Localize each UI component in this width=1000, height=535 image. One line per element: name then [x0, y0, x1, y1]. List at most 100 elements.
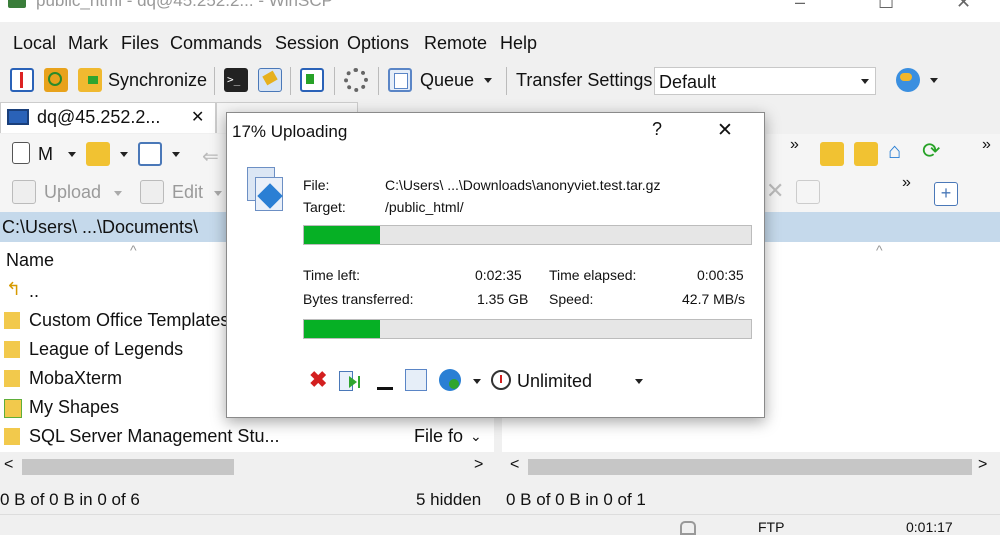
- left-horizontal-scrollbar[interactable]: < >: [0, 454, 494, 480]
- view-select[interactable]: M: [38, 144, 53, 165]
- synchronize-icon[interactable]: [78, 68, 102, 92]
- queue-view-icon[interactable]: [300, 68, 324, 92]
- more-tools-icon[interactable]: »: [982, 136, 991, 154]
- transfer-settings-select[interactable]: Default: [654, 67, 876, 95]
- compare-directories-icon[interactable]: [10, 68, 34, 92]
- move-to-queue-button[interactable]: [405, 369, 427, 391]
- menu-files[interactable]: Files: [121, 33, 159, 54]
- scrollbar-thumb[interactable]: [528, 459, 972, 475]
- back-arrow-icon[interactable]: ⇐: [202, 144, 219, 169]
- view-icon[interactable]: [12, 142, 30, 164]
- globe-icon[interactable]: [896, 68, 920, 92]
- gear-icon[interactable]: [344, 68, 368, 92]
- menu-local[interactable]: Local: [13, 33, 56, 54]
- queue-icon[interactable]: [388, 68, 412, 92]
- putty-icon[interactable]: [258, 68, 282, 92]
- status-bar: 0 B of 0 B in 0 of 6 5 hidden 0 B of 0 B…: [0, 488, 1000, 514]
- speed-limit-select[interactable]: Unlimited: [517, 371, 592, 392]
- menu-commands[interactable]: Commands: [170, 33, 262, 54]
- view-dropdown-icon[interactable]: [68, 152, 76, 157]
- folder-icon: [4, 428, 20, 445]
- home-icon[interactable]: ⌂: [888, 138, 901, 164]
- folder-icon: [4, 370, 20, 387]
- menu-options[interactable]: Options: [347, 33, 409, 54]
- toolbar-separator: [334, 67, 335, 95]
- title-bar: public_html - dq@45.252.2... - WinSCP – …: [0, 0, 1000, 22]
- maximize-button[interactable]: ☐: [878, 0, 894, 13]
- refresh-icon[interactable]: ⟳: [922, 138, 940, 164]
- tab-close-button[interactable]: ✕: [191, 107, 204, 127]
- dialog-title: 17% Uploading: [232, 122, 348, 141]
- bytes-transferred-value: 1.35 GB: [477, 291, 529, 307]
- on-completion-dropdown-icon[interactable]: [473, 379, 481, 384]
- right-horizontal-scrollbar[interactable]: < >: [502, 454, 1000, 480]
- scroll-left-icon[interactable]: <: [4, 456, 13, 474]
- speed-gauge-icon: [491, 370, 511, 390]
- globe-dropdown-icon[interactable]: [930, 78, 938, 83]
- upload-files-icon: [243, 167, 283, 213]
- synchronize-browsing-icon[interactable]: [44, 68, 68, 92]
- upload-icon: [12, 180, 36, 204]
- left-path[interactable]: C:\Users\ ...\Documents\: [2, 217, 198, 238]
- folder-icon: [4, 312, 20, 329]
- help-button[interactable]: ?: [652, 119, 662, 140]
- column-header-name[interactable]: Name: [6, 250, 54, 271]
- minimize-dialog-button[interactable]: [377, 387, 393, 390]
- time-elapsed-value: 0:00:35: [697, 267, 744, 283]
- cancel-transfer-button[interactable]: ✖: [309, 367, 327, 393]
- menu-session[interactable]: Session: [275, 33, 339, 54]
- upload-button[interactable]: Upload: [44, 182, 101, 203]
- filter-icon[interactable]: [138, 142, 162, 166]
- close-window-button[interactable]: ✕: [956, 0, 971, 13]
- time-left-value: 0:02:35: [475, 267, 522, 283]
- more-tools-icon[interactable]: »: [790, 136, 799, 154]
- scroll-right-icon[interactable]: >: [474, 456, 483, 474]
- scroll-left-icon[interactable]: <: [510, 456, 519, 474]
- transfer-settings-value: Default: [659, 72, 717, 92]
- menu-mark[interactable]: Mark: [68, 33, 108, 54]
- scrollbar-thumb[interactable]: [22, 459, 234, 475]
- folder-dropdown-icon[interactable]: [120, 152, 128, 157]
- upload-dropdown-icon[interactable]: [114, 191, 122, 196]
- root-directory-icon[interactable]: [854, 142, 878, 166]
- queue-dropdown-icon[interactable]: [484, 78, 492, 83]
- speed-limit-dropdown-icon[interactable]: [635, 379, 643, 384]
- more-actions-icon[interactable]: »: [902, 174, 911, 192]
- minimize-button[interactable]: –: [795, 0, 805, 13]
- connection-status-bar: FTP 0:01:17: [0, 514, 1000, 535]
- toolbar-separator: [506, 67, 507, 95]
- queue-button[interactable]: Queue: [420, 70, 474, 91]
- list-item[interactable]: SQL Server Management Stu... File fo ⌄: [4, 424, 494, 450]
- file-name: SQL Server Management Stu...: [29, 426, 280, 446]
- left-panel-toolbar: M ⇐: [0, 134, 230, 172]
- time-elapsed-label: Time elapsed:: [549, 267, 637, 283]
- special-folder-icon: [4, 399, 22, 418]
- tab-session[interactable]: dq@45.252.2... ✕: [0, 102, 216, 133]
- file-path: C:\Users\ ...\Downloads\anonyviet.test.t…: [385, 177, 661, 193]
- menu-remote[interactable]: Remote: [424, 33, 487, 54]
- delete-icon: ✕: [766, 178, 785, 203]
- left-selection-status: 0 B of 0 B in 0 of 6: [0, 490, 140, 509]
- filter-dropdown-icon[interactable]: [172, 152, 180, 157]
- edit-button[interactable]: Edit: [172, 182, 203, 203]
- dialog-close-button[interactable]: ✕: [717, 119, 733, 142]
- scroll-down-icon[interactable]: ⌄: [470, 428, 482, 445]
- rename-icon: [796, 180, 820, 204]
- parent-directory-icon[interactable]: [820, 142, 844, 166]
- edit-dropdown-icon[interactable]: [214, 191, 222, 196]
- synchronize-button[interactable]: Synchronize: [108, 70, 207, 91]
- new-item-icon[interactable]: +: [934, 182, 958, 206]
- terminal-icon[interactable]: >_: [224, 68, 248, 92]
- target-label: Target:: [303, 199, 346, 215]
- hidden-files-count[interactable]: 5 hidden: [416, 490, 481, 510]
- open-folder-icon[interactable]: [86, 142, 110, 166]
- skip-file-button[interactable]: [339, 371, 361, 391]
- scroll-right-icon[interactable]: >: [978, 456, 987, 474]
- chevron-down-icon: [861, 79, 869, 84]
- on-completion-button[interactable]: [439, 369, 461, 391]
- menu-help[interactable]: Help: [500, 33, 537, 54]
- total-progress-fill: [304, 320, 380, 338]
- edit-icon: [140, 180, 164, 204]
- menu-bar: Local Mark Files Commands Session Option…: [0, 30, 1000, 58]
- tab-label: dq@45.252.2...: [37, 107, 161, 127]
